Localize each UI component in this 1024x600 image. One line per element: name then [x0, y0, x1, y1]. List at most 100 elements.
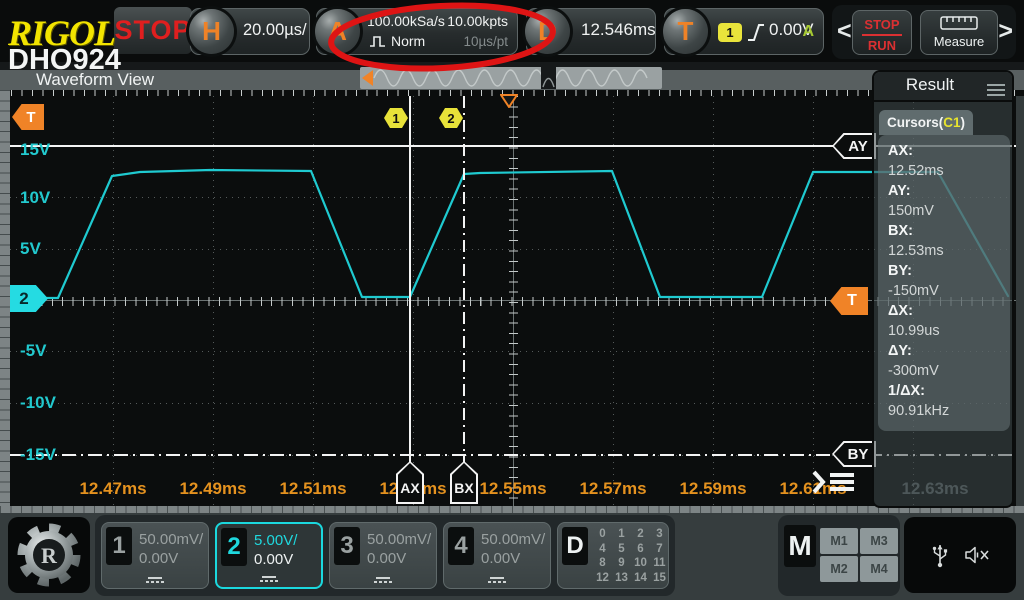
oscilloscope-screen: STOP RIGOL DHO924 H 20.00µs/ A 100.00kSa…: [0, 0, 1024, 600]
horizontal-scale-button[interactable]: H 20.00µs/: [189, 8, 310, 55]
measure-button[interactable]: Measure: [920, 10, 998, 55]
channel-1-scale: 50.00mV/: [139, 531, 204, 548]
delay-button[interactable]: D 12.546ms: [525, 8, 656, 55]
usb-icon: [932, 545, 948, 568]
preview-sine-icon: [373, 69, 648, 87]
digital-channels-button[interactable]: D 0123 4567 8 9 10 11 12 13 14 15: [557, 522, 669, 589]
stop-run-divider: [862, 34, 902, 36]
cursor-bx-line[interactable]: [463, 96, 465, 464]
coupling-icon: [259, 576, 279, 582]
rigol-menu-button[interactable]: R: [8, 517, 90, 593]
volt-label: 10V: [20, 188, 51, 207]
svg-text:R: R: [41, 543, 58, 568]
channel-3-button[interactable]: 3 50.00mV/ 0.00V: [329, 522, 437, 589]
channel-1-offset: 0.00V: [139, 550, 179, 567]
rising-edge-icon: [748, 24, 764, 41]
result-value: -150mV: [888, 283, 939, 299]
bottom-scale-strip: [0, 506, 1024, 513]
cursor-results-list: AX: 12.52ms AY: 150mV BX: 12.53ms BY: -1…: [878, 135, 1010, 431]
bottom-bar: R 1 50.00mV/ 0.00V 2 5.00V/ 0.00V 3 50.0…: [0, 513, 1024, 600]
trigger-knob-icon[interactable]: T: [663, 9, 708, 54]
result-value: 90.91kHz: [888, 403, 950, 419]
delay-knob-icon[interactable]: D: [525, 9, 570, 54]
time-label: 12.47ms: [79, 479, 147, 498]
channel-2-number: 2: [221, 528, 247, 566]
delay-value: 12.546ms: [581, 20, 656, 39]
result-label: AX:: [888, 143, 913, 159]
math-letter: M: [784, 525, 816, 567]
preview-marker-icon: [362, 70, 373, 86]
math-m2-button[interactable]: M2: [820, 556, 858, 582]
hamburger-icon[interactable]: [987, 81, 1005, 99]
math-m3-button[interactable]: M3: [860, 528, 898, 554]
menu-chevron-icon: [812, 470, 826, 494]
channel-group: 1 50.00mV/ 0.00V 2 5.00V/ 0.00V 3 50.00m…: [95, 515, 675, 596]
channel-3-scale: 50.00mV/: [367, 531, 432, 548]
menu-bars-icon: [830, 470, 854, 495]
math-m1-button[interactable]: M1: [820, 528, 858, 554]
chevron-left-icon[interactable]: <: [837, 17, 852, 46]
result-label: 1/ΔX:: [888, 383, 926, 399]
acquisition-button[interactable]: A 100.00kSa/s 10.00kpts Norm 10µs/pt: [315, 8, 518, 55]
run-state-indicator[interactable]: STOP: [114, 7, 192, 54]
result-panel: Result Cursors(C1) AX: 12.52ms AY: 150mV…: [872, 70, 1014, 508]
channel-4-number: 4: [448, 527, 474, 565]
trigger-position-icon[interactable]: [500, 94, 518, 108]
volt-label: 15V: [20, 140, 51, 159]
volt-label: -15V: [20, 445, 56, 464]
trigger-source-badge: 1: [718, 23, 742, 42]
time-label: 12.51ms: [279, 479, 347, 498]
time-label: 12.59ms: [679, 479, 747, 498]
result-value: 10.99us: [888, 323, 940, 339]
trigger-letter: T: [677, 16, 694, 46]
acquisition-letter: A: [328, 16, 347, 46]
channel-4-offset: 0.00V: [481, 550, 521, 567]
coupling-icon: [487, 577, 507, 583]
cursor-ax-handle-label: AX: [398, 463, 422, 502]
result-value: 12.53ms: [888, 243, 944, 259]
gear-logo-icon: R: [17, 523, 81, 587]
channel-2-scale: 5.00V/: [254, 532, 298, 549]
trigger-button[interactable]: T 1 0.00V A: [663, 8, 824, 55]
channel-1-number: 1: [106, 527, 132, 565]
result-label: ΔX:: [888, 303, 913, 319]
horizontal-knob-icon[interactable]: H: [189, 9, 234, 54]
run-label: RUN: [867, 37, 897, 53]
result-label: BY:: [888, 263, 912, 279]
acquisition-mode-value: Norm: [391, 33, 426, 49]
waveform-preview-strip[interactable]: [360, 67, 662, 89]
channel-2-button[interactable]: 2 5.00V/ 0.00V: [215, 522, 323, 589]
cursor-ay-tag-label: AY: [834, 135, 874, 157]
pulse-icon: [370, 36, 385, 47]
time-label: 12.57ms: [579, 479, 647, 498]
tab-cursors-suffix: ): [960, 115, 966, 130]
math-grid: M1 M3 M2 M4: [820, 528, 898, 582]
horizontal-scale-value: 20.00µs/: [243, 21, 307, 39]
chevron-right-icon[interactable]: >: [998, 17, 1013, 46]
menu-icon[interactable]: [812, 469, 854, 495]
result-label: BX:: [888, 223, 913, 239]
result-label: ΔY:: [888, 343, 912, 359]
result-panel-title: Result: [905, 75, 955, 94]
result-value: -300mV: [888, 363, 939, 379]
volt-label: -5V: [20, 341, 47, 360]
tab-cursors-source: C1: [943, 115, 961, 130]
channel-4-button[interactable]: 4 50.00mV/ 0.00V: [443, 522, 551, 589]
acquisition-knob-icon[interactable]: A: [315, 9, 360, 54]
coupling-icon: [373, 577, 393, 583]
math-m4-button[interactable]: M4: [860, 556, 898, 582]
tab-cursors[interactable]: Cursors(C1): [879, 110, 973, 135]
preview-window[interactable]: [541, 67, 556, 89]
tab-cursors-prefix: Cursors(: [886, 115, 944, 130]
channel-1-button[interactable]: 1 50.00mV/ 0.00V: [101, 522, 209, 589]
stop-run-button[interactable]: STOP RUN: [852, 10, 912, 55]
result-panel-header[interactable]: Result: [874, 72, 1012, 102]
time-label: 12.49ms: [179, 479, 247, 498]
left-scale-strip: [0, 90, 10, 513]
cursor-ax-line[interactable]: [409, 96, 411, 464]
delay-letter: D: [538, 16, 557, 46]
cursor-by-tag-label: BY: [834, 443, 874, 465]
memory-depth-value: 10.00kpts: [447, 13, 508, 29]
ruler-icon: [940, 16, 978, 30]
model-label: DHO924: [8, 44, 121, 76]
